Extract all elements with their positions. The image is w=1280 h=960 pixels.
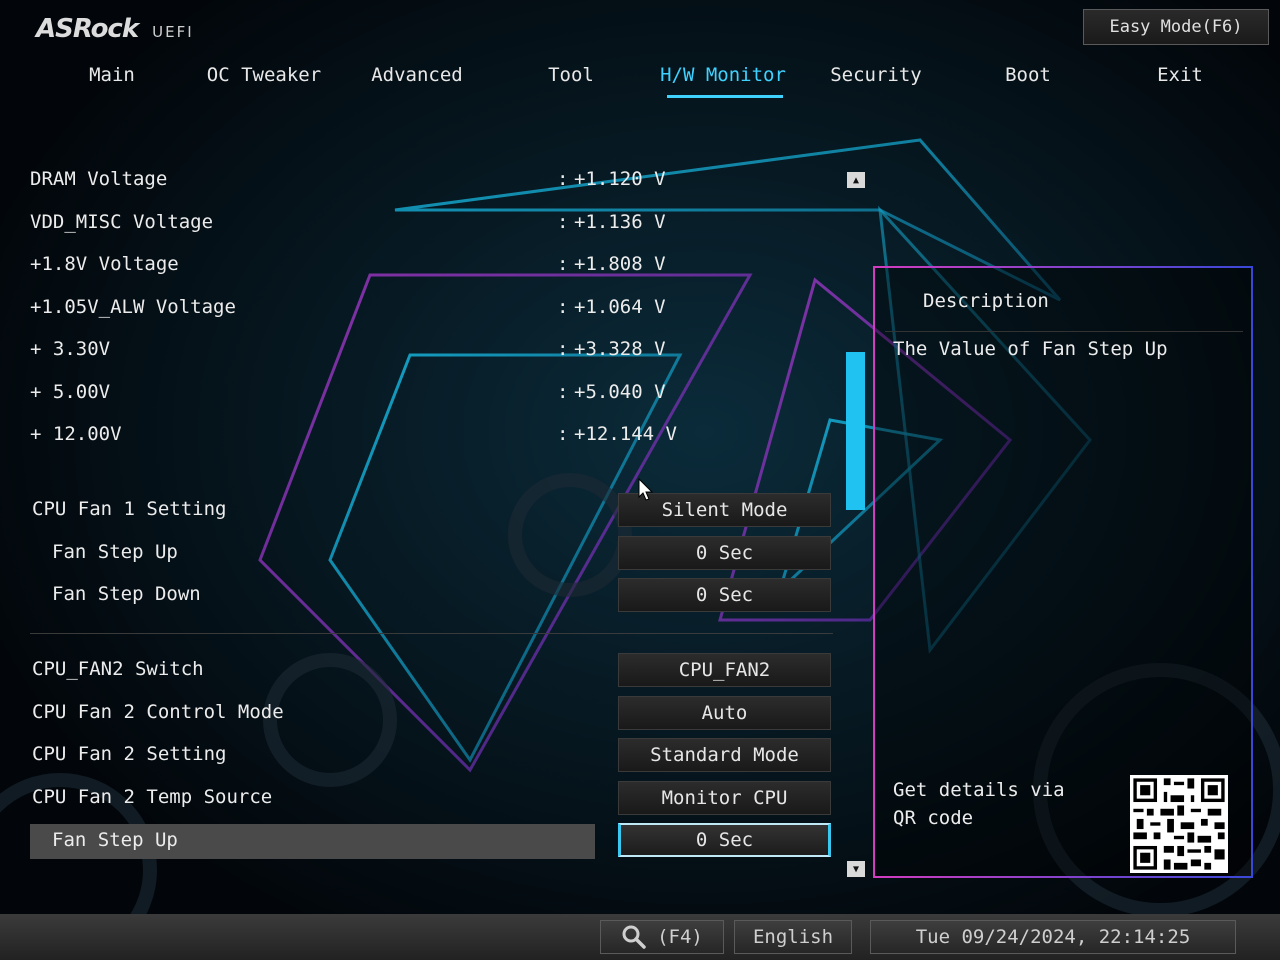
qr-caption: Get details via QR code — [893, 779, 1065, 829]
voltage-value: +5.040 V — [574, 381, 666, 403]
active-tab-indicator — [667, 95, 783, 98]
mouse-cursor-icon — [638, 478, 654, 501]
setting-label: CPU_FAN2 Switch — [32, 658, 204, 680]
voltage-value: +1.064 V — [574, 296, 666, 318]
scrollbar-thumb[interactable] — [846, 352, 865, 510]
setting-label: CPU Fan 2 Temp Source — [32, 786, 273, 808]
scroll-up-arrow-icon[interactable]: ▲ — [847, 172, 865, 188]
scrollbar[interactable]: ▲ ▼ — [845, 170, 867, 882]
value-separator: : — [557, 338, 569, 360]
fan1-step-down-select[interactable]: 0 Sec — [618, 578, 831, 612]
tab-oc-tweaker[interactable]: OC Tweaker — [189, 64, 339, 86]
voltage-label: + 5.00V — [30, 381, 111, 403]
voltage-label: +1.05V_ALW Voltage — [30, 296, 236, 318]
search-button[interactable]: (F4) — [600, 920, 724, 954]
value-separator: : — [557, 211, 569, 233]
setting-label: CPU Fan 2 Setting — [32, 743, 227, 765]
qr-code-icon — [1130, 775, 1228, 873]
description-divider — [885, 331, 1243, 332]
voltage-label: DRAM Voltage — [30, 168, 168, 190]
search-icon — [622, 925, 646, 949]
cpu-fan2-control-mode-select[interactable]: Auto — [618, 696, 831, 730]
cpu-fan2-setting-select[interactable]: Standard Mode — [618, 738, 831, 772]
description-text: The Value of Fan Step Up — [893, 338, 1168, 360]
setting-label: Fan Step Down — [52, 583, 201, 605]
voltage-value: +3.328 V — [574, 338, 666, 360]
tab-hw-monitor[interactable]: H/W Monitor — [648, 64, 798, 86]
tab-security[interactable]: Security — [801, 64, 951, 86]
value-separator: : — [557, 381, 569, 403]
tab-advanced[interactable]: Advanced — [342, 64, 492, 86]
cpu-fan2-temp-source-select[interactable]: Monitor CPU — [618, 781, 831, 815]
description-panel: Description The Value of Fan Step Up Get… — [873, 266, 1253, 878]
setting-label: CPU Fan 2 Control Mode — [32, 701, 284, 723]
voltage-label: + 12.00V — [30, 423, 122, 445]
main-tabs: Main OC Tweaker Advanced Tool H/W Monito… — [0, 60, 1280, 100]
tab-boot[interactable]: Boot — [953, 64, 1103, 86]
datetime-display: Tue 09/24/2024, 22:14:25 — [870, 920, 1236, 954]
section-divider — [30, 633, 833, 634]
language-button[interactable]: English — [734, 920, 852, 954]
description-title: Description — [923, 290, 1049, 312]
value-separator: : — [557, 253, 569, 275]
fan2-step-up-select[interactable]: 0 Sec — [618, 823, 831, 857]
voltage-value: +12.144 V — [574, 423, 677, 445]
value-separator: : — [557, 296, 569, 318]
tab-tool[interactable]: Tool — [496, 64, 646, 86]
scroll-down-arrow-icon[interactable]: ▼ — [847, 861, 865, 877]
voltage-value: +1.808 V — [574, 253, 666, 275]
voltage-value: +1.136 V — [574, 211, 666, 233]
value-separator: : — [557, 423, 569, 445]
setting-label: Fan Step Up — [52, 541, 178, 563]
fan1-step-up-select[interactable]: 0 Sec — [618, 536, 831, 570]
setting-label: Fan Step Up — [52, 829, 178, 851]
tab-main[interactable]: Main — [37, 64, 187, 86]
status-bar: (F4) English Tue 09/24/2024, 22:14:25 — [0, 914, 1280, 960]
tab-exit[interactable]: Exit — [1105, 64, 1255, 86]
voltage-value: +1.120 V — [574, 168, 666, 190]
value-separator: : — [557, 168, 569, 190]
easy-mode-button[interactable]: Easy Mode(F6) — [1083, 9, 1269, 45]
voltage-label: VDD_MISC Voltage — [30, 211, 214, 233]
search-shortcut-label: (F4) — [657, 926, 703, 948]
cpu-fan2-switch-select[interactable]: CPU_FAN2 — [618, 653, 831, 687]
setting-label: CPU Fan 1 Setting — [32, 498, 227, 520]
voltage-label: + 3.30V — [30, 338, 111, 360]
brand-name: ASRock — [36, 14, 139, 44]
asrock-logo: ASRock UEFI — [36, 14, 194, 44]
uefi-label: UEFI — [152, 23, 194, 41]
voltage-label: +1.8V Voltage — [30, 253, 179, 275]
